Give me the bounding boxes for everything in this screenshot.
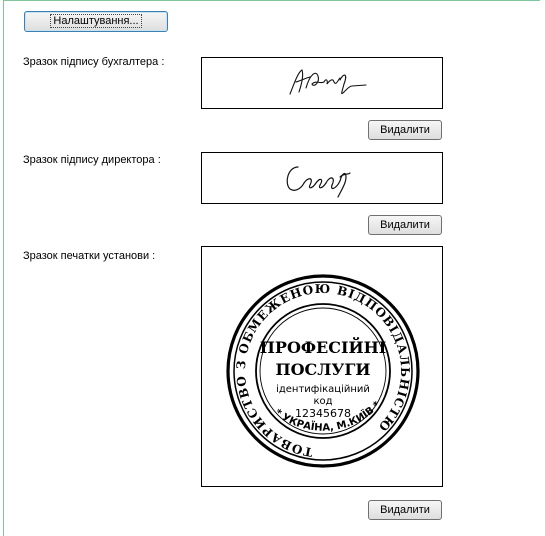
settings-button-label: Налаштування... (50, 14, 142, 28)
director-signature-label: Зразок підпису директора : (23, 154, 161, 166)
delete-director-signature-button[interactable]: Видалити (368, 215, 442, 235)
stamp-center-line1: ПРОФЕСІЙНІ (260, 336, 386, 357)
stamp-id-code: 12345678 (295, 407, 351, 420)
accountant-signature-drawing (289, 69, 367, 95)
stamp-id-label-1: ідентифікаційний (276, 383, 370, 395)
stamp-center-line2: ПОСЛУГИ (275, 360, 370, 379)
settings-button[interactable]: Налаштування... (24, 11, 168, 32)
delete-accountant-signature-button[interactable]: Видалити (368, 120, 442, 140)
accountant-signature-label: Зразок підпису бухгалтера : (23, 56, 165, 68)
director-signature-drawing (286, 166, 351, 198)
accountant-signature-image (201, 57, 443, 109)
director-signature-image (201, 152, 443, 204)
stamp-drawing: ТОВАРИСТВО З ОБМЕЖЕНОЮ ВІДПОВІДАЛЬНІСТЮ … (226, 274, 420, 468)
stamp-id-label-2: код (313, 396, 332, 407)
stamp-label: Зразок печатки установи : (23, 250, 156, 262)
stamp-image: ТОВАРИСТВО З ОБМЕЖЕНОЮ ВІДПОВІДАЛЬНІСТЮ … (201, 246, 443, 487)
delete-stamp-button[interactable]: Видалити (368, 500, 442, 520)
